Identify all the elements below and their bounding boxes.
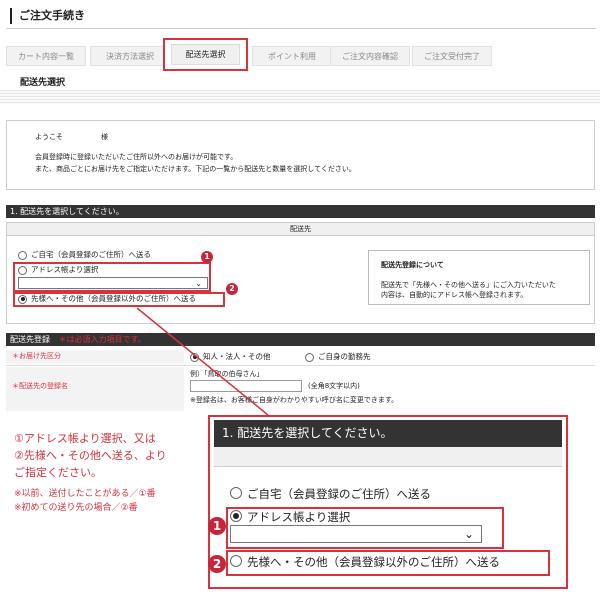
callout-option-other-label: 先様へ・その他（会員登録以外のご住所）へ送る [247,555,500,569]
callout-option-home[interactable]: ご自宅（会員登録のご住所）へ送る [230,487,431,501]
callout-title: 1. 配送先を選択してください。 [214,420,562,447]
callout-option-addressbook-label: アドレス帳より選択 [247,510,351,524]
callout-addressbook-select[interactable]: ⌄ [230,525,482,543]
callout-option-other[interactable]: 先様へ・その他（会員登録以外のご住所）へ送る [230,555,500,569]
instruction-line-1: ①アドレス帳より選択、又は [14,432,156,445]
instruction-line-2: ②先様へ・その他へ送る、より [14,449,167,462]
instruction-note-2: ※初めての送り先の場合／②番 [14,503,138,513]
callout-subheader [214,447,562,467]
callout-radio-home[interactable] [230,487,242,499]
callout-radio-addressbook[interactable] [230,510,242,522]
callout-option-addressbook[interactable]: アドレス帳より選択 [230,510,350,524]
instruction-line-3: ご指定ください。 [14,466,102,479]
callout-badge-one: 1 [208,517,226,535]
callout-chevron-down-icon: ⌄ [463,527,474,541]
callout-radio-other[interactable] [230,555,242,567]
callout-badge-two: 2 [208,555,226,573]
callout-option-home-label: ご自宅（会員登録のご住所）へ送る [247,487,431,501]
callout-zoom: 1. 配送先を選択してください。 ご自宅（会員登録のご住所）へ送る 1 アドレス… [208,415,568,589]
instruction-note-1: ※以前、送付したことがある／①番 [14,489,156,499]
